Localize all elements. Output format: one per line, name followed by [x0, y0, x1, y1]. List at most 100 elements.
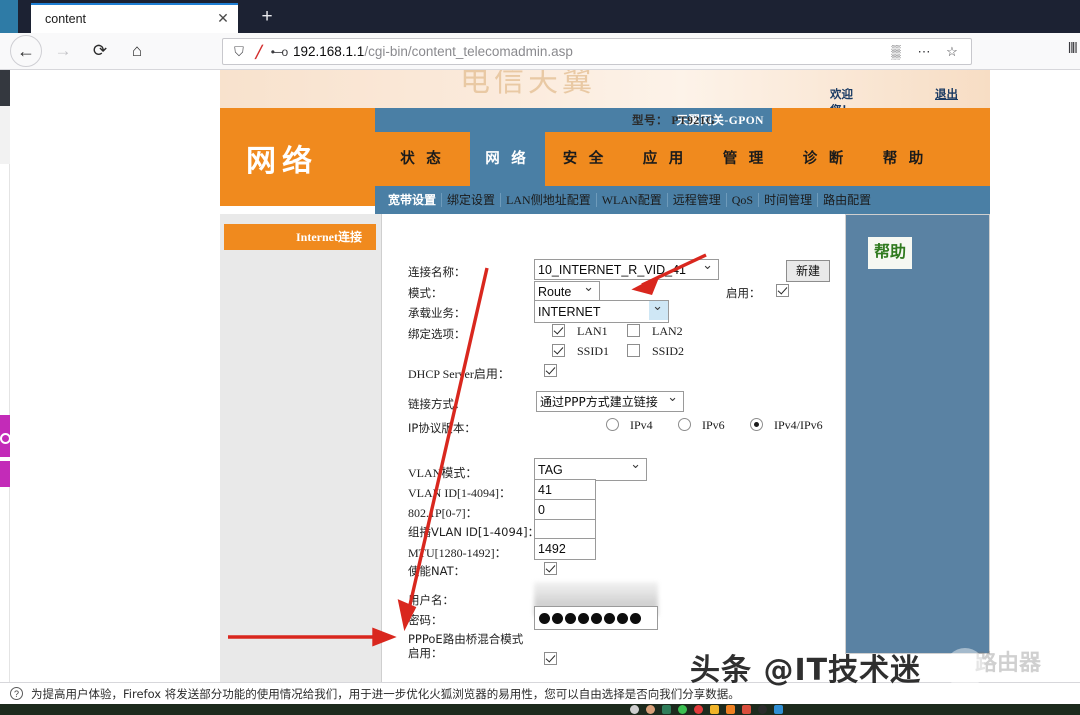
nav-item-status[interactable]: 状 态 — [375, 132, 470, 186]
dhcp-checkbox[interactable] — [544, 364, 557, 377]
subnav-item-time-mgmt[interactable]: 时间管理 — [759, 193, 818, 207]
password-dot — [591, 613, 602, 624]
conn-name-select[interactable]: 10_INTERNET_R_VID_41 — [534, 259, 719, 280]
conn-name-label: 连接名称： — [408, 264, 466, 280]
taskbar-app-icon[interactable] — [646, 705, 655, 714]
service-select[interactable]: INTERNET — [534, 300, 669, 323]
bind-lan1-checkbox[interactable] — [552, 324, 565, 337]
link-mode-select[interactable]: 通过PPP方式建立链接 — [536, 391, 684, 412]
help-button[interactable]: 帮助 — [868, 237, 912, 269]
bind-ssid2-checkbox[interactable] — [627, 344, 640, 357]
browser-window: content ✕ + ← → ⟳ ⌂ ⛉ ╱ •─o 192.168.1.1/… — [0, 0, 1080, 715]
enable-checkbox[interactable] — [776, 284, 789, 297]
address-bar-actions: ▒ ⋯ ☆ — [883, 41, 965, 63]
nav-item-help[interactable]: 帮 助 — [865, 132, 945, 186]
conn-name-select-wrap: 10_INTERNET_R_VID_41 — [534, 259, 719, 280]
page-actions-icon[interactable]: ⋯ — [911, 41, 937, 63]
address-bar[interactable]: ⛉ ╱ •─o 192.168.1.1/cgi-bin/content_tele… — [222, 38, 972, 65]
tab-strip: content ✕ + — [0, 0, 1080, 33]
main-nav: 状 态 网 络 安 全 应 用 管 理 诊 断 帮 助 — [375, 132, 990, 186]
taskbar-blue-icon[interactable] — [774, 705, 783, 714]
nav-item-network[interactable]: 网 络 — [470, 132, 545, 186]
left-sidebar: Internet连接 — [220, 214, 382, 682]
browser-tab-content[interactable]: content ✕ — [31, 3, 238, 33]
notification-text: 为提高用户体验，Firefox 将发送部分功能的使用情况给我们，用于进一步优化火… — [31, 686, 740, 702]
taskbar-red-icon[interactable] — [694, 705, 703, 714]
router-logo-block: 网络 — [220, 108, 375, 206]
mode-label: 模式： — [408, 285, 443, 301]
nav-item-security[interactable]: 安 全 — [545, 132, 625, 186]
insecure-login-icon[interactable]: •─o — [269, 45, 289, 59]
vlan-mode-label: VLAN模式： — [408, 464, 477, 481]
mode-select[interactable]: Route — [534, 281, 600, 302]
password-dot — [539, 613, 550, 624]
subnav-item-lan-address[interactable]: LAN侧地址配置 — [501, 193, 597, 207]
nav-item-diagnose[interactable]: 诊 断 — [785, 132, 865, 186]
password-input[interactable] — [534, 606, 658, 630]
ipv4-ipv6-label: IPv4/IPv6 — [774, 418, 823, 433]
page-viewport: 电信天翼 欢迎您！ 退出 天翼网关-GPON 型号： PT921G 网络 状 态… — [0, 70, 1080, 682]
taskbar-wechat-icon[interactable] — [678, 705, 687, 714]
subnav-item-qos[interactable]: QoS — [727, 193, 759, 207]
taskbar-explorer-icon[interactable] — [662, 705, 671, 714]
mtu-input[interactable] — [534, 538, 596, 560]
mcast-vlan-label: 组播VLAN ID[1-4094]： — [408, 524, 539, 540]
taskbar-yellow-icon[interactable] — [710, 705, 719, 714]
info-icon: ? — [10, 687, 23, 700]
ip-version-label: IP协议版本： — [408, 420, 476, 436]
vlan-mode-select[interactable]: TAG — [534, 458, 647, 481]
p8021p-input[interactable] — [534, 499, 596, 521]
taskbar-search-icon[interactable] — [630, 705, 639, 714]
subnav-item-routing[interactable]: 路由配置 — [818, 193, 876, 207]
shield-icon[interactable]: ⛉ — [229, 44, 249, 60]
qr-code-icon[interactable]: ▒ — [883, 41, 909, 63]
tab-strip-left-stub — [0, 0, 18, 33]
new-connection-button[interactable]: 新建 — [786, 260, 830, 282]
home-icon[interactable]: ⌂ — [121, 35, 153, 67]
bind-lan2-checkbox[interactable] — [627, 324, 640, 337]
taskbar-icons — [630, 705, 783, 714]
vlan-id-input[interactable] — [534, 479, 596, 501]
reload-icon[interactable]: ⟳ — [84, 35, 116, 67]
username-label: 用户名： — [408, 592, 454, 608]
bind-ssid1-label: SSID1 — [577, 344, 609, 359]
url-text: 192.168.1.1/cgi-bin/content_telecomadmin… — [289, 44, 883, 59]
taskbar-media-icon[interactable] — [742, 705, 751, 714]
subnav-item-remote-mgmt[interactable]: 远程管理 — [668, 193, 727, 207]
back-icon[interactable]: ← — [10, 35, 42, 67]
nat-checkbox[interactable] — [544, 562, 557, 575]
dhcp-label: DHCP Server启用： — [408, 365, 510, 382]
logout-link[interactable]: 退出 — [935, 86, 958, 102]
page-body: Internet连接 帮助 连接名称： 10_INTERNET_R_VID_41… — [220, 214, 990, 682]
tracking-blocked-icon[interactable]: ╱ — [249, 45, 269, 59]
subnav-item-binding[interactable]: 绑定设置 — [442, 193, 501, 207]
strip-dark-segment — [0, 70, 10, 106]
sidebar-item-internet-connection[interactable]: Internet连接 — [224, 224, 376, 250]
ipv4-radio[interactable] — [606, 418, 619, 431]
mode-select-wrap: Route — [534, 281, 600, 302]
nav-item-apps[interactable]: 应 用 — [625, 132, 705, 186]
password-dot — [630, 613, 641, 624]
subnav-item-wlan[interactable]: WLAN配置 — [597, 193, 668, 207]
subnav-item-broadband[interactable]: 宽带设置 — [383, 193, 442, 207]
taskbar-dark-icon[interactable] — [758, 705, 767, 714]
pppoe-mixed-mode-checkbox[interactable] — [544, 652, 557, 665]
strip-light-segment — [0, 106, 10, 164]
tab-title: content — [45, 12, 214, 26]
bind-lan2-label: LAN2 — [652, 324, 683, 339]
ipv6-radio[interactable] — [678, 418, 691, 431]
nav-item-manage[interactable]: 管 理 — [705, 132, 785, 186]
vlan-id-label: VLAN ID[1-4094]： — [408, 484, 511, 501]
strip-magenta-segment — [0, 415, 10, 487]
overflow-menu-icon[interactable]: ‖‖ — [1068, 40, 1076, 57]
bind-ssid1-checkbox[interactable] — [552, 344, 565, 357]
service-select-wrap: INTERNET — [534, 300, 669, 323]
url-path: /cgi-bin/content_telecomadmin.asp — [364, 44, 573, 59]
bind-label: 绑定选项： — [408, 326, 466, 342]
close-icon[interactable]: ✕ — [214, 10, 232, 28]
taskbar-orange-icon[interactable] — [726, 705, 735, 714]
new-tab-icon[interactable]: + — [256, 6, 278, 28]
ipv4-ipv6-radio[interactable] — [750, 418, 763, 431]
password-dot — [578, 613, 589, 624]
bookmark-star-icon[interactable]: ☆ — [939, 41, 965, 63]
